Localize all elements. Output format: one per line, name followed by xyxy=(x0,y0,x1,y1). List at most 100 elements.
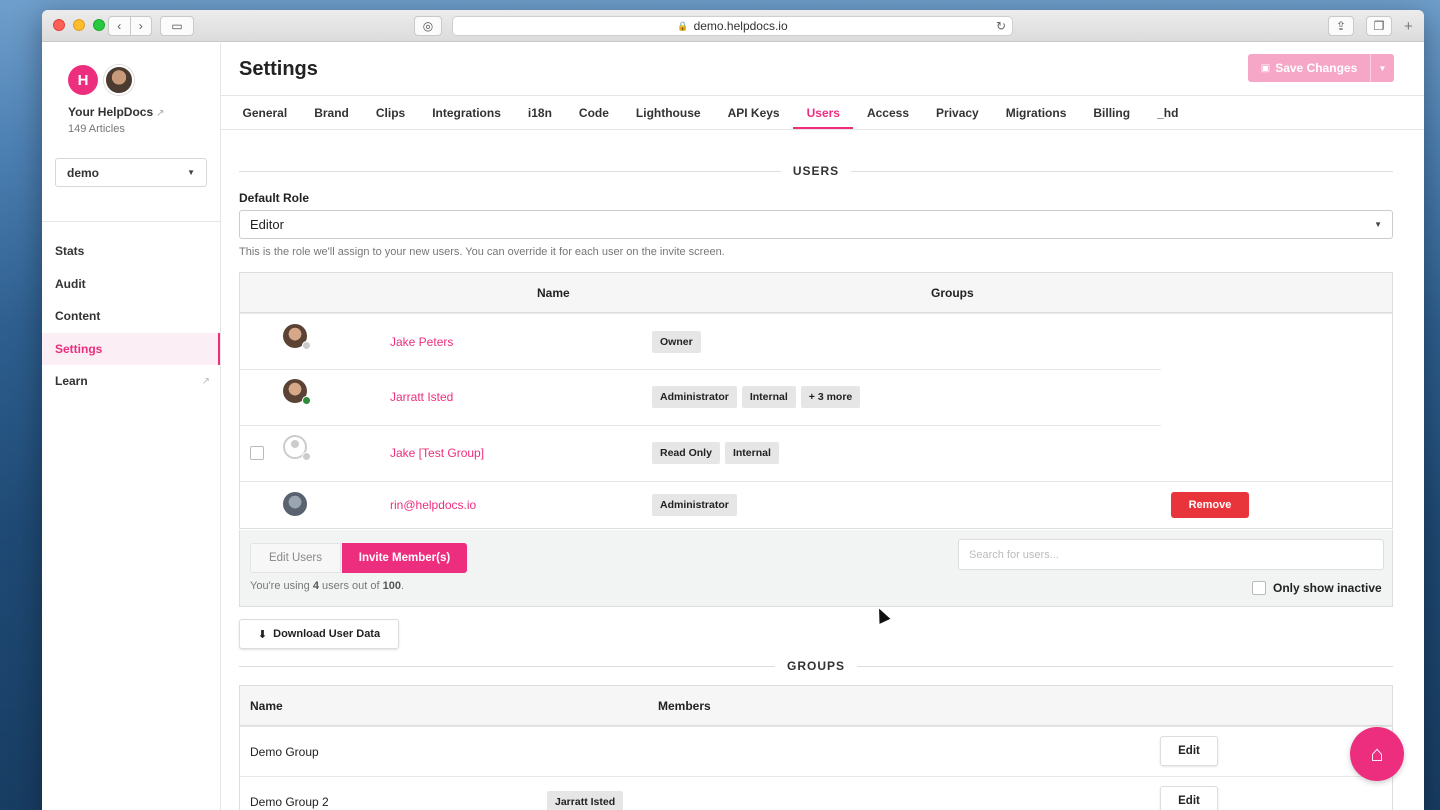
search-users-input[interactable]: Search for users... xyxy=(958,539,1384,570)
close-window-button[interactable] xyxy=(53,19,65,31)
tab-general[interactable]: General xyxy=(229,96,301,129)
chevron-down-icon: ▼ xyxy=(187,168,195,177)
save-changes-label: Save Changes xyxy=(1275,61,1358,75)
tab-api-keys[interactable]: API Keys xyxy=(714,96,793,129)
select-user-checkbox[interactable] xyxy=(250,446,264,460)
user-name-link[interactable]: Jake Peters xyxy=(390,335,453,349)
forward-icon[interactable]: › xyxy=(131,17,152,35)
users-heading-text: USERS xyxy=(792,164,840,178)
tab-billing[interactable]: Billing xyxy=(1080,96,1144,129)
tab-hd[interactable]: _hd xyxy=(1144,96,1192,129)
download-user-data-button[interactable]: ⬇ Download User Data xyxy=(239,619,399,649)
only-show-inactive-toggle[interactable]: Only show inactive xyxy=(1252,581,1382,595)
tab-privacy[interactable]: Privacy xyxy=(923,96,993,129)
only-show-inactive-checkbox[interactable] xyxy=(1252,581,1266,595)
group-name: Demo Group xyxy=(250,745,319,759)
column-header-name: Name xyxy=(537,286,570,300)
tab-brand[interactable]: Brand xyxy=(301,96,363,129)
save-icon: ▣ xyxy=(1260,62,1271,74)
privacy-shield-icon[interactable]: ◎ xyxy=(414,16,442,36)
tab-users[interactable]: Users xyxy=(793,96,854,129)
groups-section-heading: GROUPS xyxy=(239,659,1394,673)
sidebar-item-stats[interactable]: Stats xyxy=(42,235,220,268)
zoom-window-button[interactable] xyxy=(93,19,105,31)
tab-clips[interactable]: Clips xyxy=(362,96,418,129)
divider xyxy=(857,665,1394,667)
tab-lighthouse[interactable]: Lighthouse xyxy=(622,96,714,129)
sidebar: H Your HelpDocs ↗ 149 Articles demo ▼ Sta… xyxy=(42,43,221,810)
edit-group-button[interactable]: Edit xyxy=(1160,736,1218,766)
sidebar-item-settings[interactable]: Settings xyxy=(42,332,220,365)
download-label: Download User Data xyxy=(273,628,381,640)
column-header-members: Members xyxy=(658,699,711,713)
tab-i18n[interactable]: i18n xyxy=(514,96,565,129)
sidebar-toggle-icon[interactable]: ▭ xyxy=(160,16,194,36)
lighthouse-widget-button[interactable]: ⌂ xyxy=(1350,727,1404,781)
settings-main: Settings ▣ Save Changes ▼ General Brand … xyxy=(221,43,1424,810)
group-badge: Internal xyxy=(741,386,796,408)
address-bar[interactable]: 🔒 demo.helpdocs.io ↻ xyxy=(452,16,1013,36)
table-row: Jake Peters Owner xyxy=(240,313,1392,370)
remove-user-button[interactable]: Remove xyxy=(1171,492,1249,518)
group-name: Demo Group 2 xyxy=(250,795,329,809)
back-icon[interactable]: ‹ xyxy=(109,17,131,35)
groups-table: Name Members Demo Group Edit Demo Group … xyxy=(239,685,1393,810)
save-changes-button[interactable]: ▣ Save Changes xyxy=(1248,54,1370,82)
sidebar-item-label: Settings xyxy=(55,341,103,356)
column-header-groups: Groups xyxy=(931,286,974,300)
group-badge: Internal xyxy=(724,442,779,464)
browser-window: ‹ › ▭ ◎ 🔒 demo.helpdocs.io ↻ ⇪ ❐ + H You… xyxy=(42,10,1424,810)
table-row: Jake [Test Group] Read Only Internal xyxy=(240,425,1392,481)
mouse-cursor xyxy=(873,606,891,624)
user-name-link[interactable]: Jarratt Isted xyxy=(390,390,453,404)
user-name-link[interactable]: Jake [Test Group] xyxy=(390,446,484,460)
tab-code[interactable]: Code xyxy=(565,96,622,129)
helpdocs-logo[interactable]: H xyxy=(68,65,98,95)
users-table-header: Name Groups xyxy=(240,273,1392,313)
edit-users-button[interactable]: Edit Users xyxy=(250,543,341,573)
save-options-dropdown[interactable]: ▼ xyxy=(1370,54,1394,82)
tab-migrations[interactable]: Migrations xyxy=(992,96,1080,129)
share-icon[interactable]: ⇪ xyxy=(1328,16,1354,36)
table-row: rin@helpdocs.io Administrator Remove xyxy=(240,481,1392,528)
user-avatar[interactable] xyxy=(104,65,134,95)
sidebar-nav: Stats Audit Content Settings Learn ↗ xyxy=(42,235,220,398)
column-header-name: Name xyxy=(250,699,283,713)
sidebar-item-label: Audit xyxy=(55,276,86,291)
online-status-icon xyxy=(302,396,311,405)
site-select[interactable]: demo ▼ xyxy=(55,158,207,187)
download-icon: ⬇ xyxy=(257,628,268,641)
divider xyxy=(851,170,1393,172)
sidebar-item-learn[interactable]: Learn ↗ xyxy=(42,365,220,398)
table-row: Jarratt Isted Administrator Internal + 3… xyxy=(240,369,1392,426)
tab-overview-icon[interactable]: ❐ xyxy=(1366,16,1392,36)
group-members: Jarratt Isted xyxy=(547,791,624,810)
group-badges: Administrator xyxy=(652,494,737,516)
group-badges: Administrator Internal + 3 more xyxy=(652,386,861,408)
default-role-label: Default Role xyxy=(239,191,310,205)
invite-members-button[interactable]: Invite Member(s) xyxy=(342,543,467,573)
user-name-link[interactable]: rin@helpdocs.io xyxy=(390,498,476,512)
usage-prefix: You're using xyxy=(250,580,313,592)
default-role-value: Editor xyxy=(250,217,284,232)
more-groups-badge[interactable]: + 3 more xyxy=(800,386,861,408)
external-link-icon: ↗ xyxy=(156,108,165,119)
minimize-window-button[interactable] xyxy=(73,19,85,31)
tab-access[interactable]: Access xyxy=(853,96,922,129)
table-row: Demo Group Edit xyxy=(240,726,1392,776)
reload-icon[interactable]: ↻ xyxy=(996,19,1006,33)
settings-tabs: General Brand Clips Integrations i18n Co… xyxy=(221,95,1424,130)
sidebar-item-audit[interactable]: Audit xyxy=(42,268,220,301)
chevron-down-icon: ▼ xyxy=(1378,63,1387,73)
group-badges: Owner xyxy=(652,331,701,353)
site-name[interactable]: Your HelpDocs ↗ xyxy=(68,105,165,119)
usage-suffix: . xyxy=(400,580,404,592)
new-tab-icon[interactable]: + xyxy=(1404,18,1413,35)
lighthouse-icon: ⌂ xyxy=(1370,741,1384,766)
groups-table-header: Name Members xyxy=(240,686,1392,726)
tab-integrations[interactable]: Integrations xyxy=(419,96,515,129)
sidebar-item-content[interactable]: Content xyxy=(42,300,220,333)
edit-group-button[interactable]: Edit xyxy=(1160,786,1218,810)
divider xyxy=(239,665,775,667)
default-role-select[interactable]: Editor ▼ xyxy=(239,210,1393,239)
